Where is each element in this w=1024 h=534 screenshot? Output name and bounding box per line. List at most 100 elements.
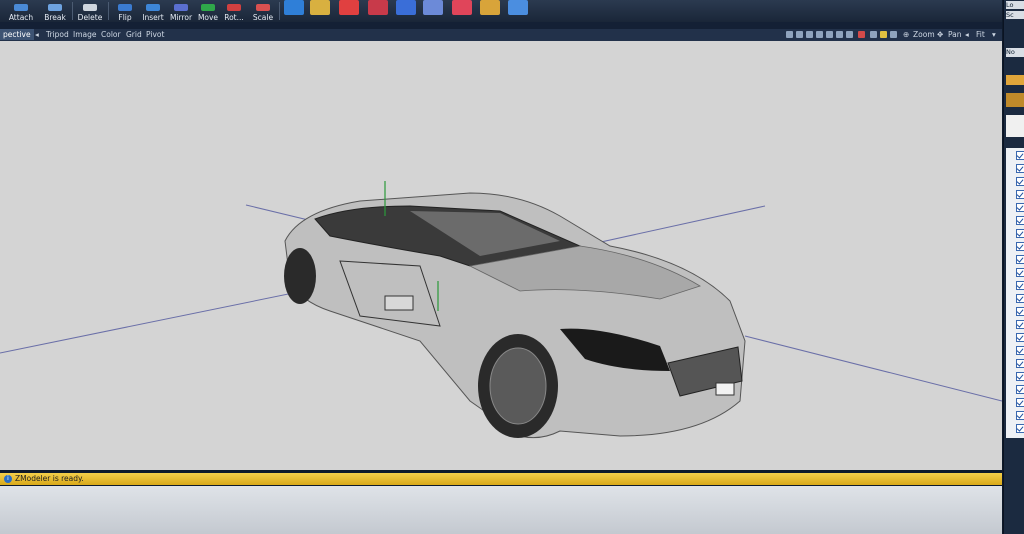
menu-pivot[interactable]: Pivot	[146, 30, 164, 39]
brush-select-icon[interactable]	[310, 0, 330, 15]
checker-icon[interactable]	[858, 31, 865, 38]
light-bulb-icon[interactable]	[880, 31, 887, 38]
menu-color[interactable]: Color	[101, 30, 121, 39]
delete-label: Delete	[77, 13, 103, 22]
license-plate	[715, 382, 735, 396]
visibility-checkbox[interactable]	[1016, 281, 1024, 290]
viewport-options-chevron-icon[interactable]: ▾	[992, 30, 996, 39]
visibility-checkbox[interactable]	[1016, 268, 1024, 277]
visibility-checkbox[interactable]	[1016, 346, 1024, 355]
backface-icon[interactable]	[846, 31, 853, 38]
attach-button[interactable]: Attach	[6, 0, 36, 22]
toolbar-separator	[72, 2, 73, 20]
vertex-mode-icon[interactable]	[339, 0, 359, 15]
rotate-icon	[227, 4, 241, 11]
visibility-checkbox[interactable]	[1016, 372, 1024, 381]
visibility-checkbox[interactable]	[1016, 151, 1024, 160]
move-label: Move	[197, 13, 219, 22]
visibility-checkbox[interactable]	[1016, 385, 1024, 394]
normals-icon[interactable]	[836, 31, 843, 38]
break-icon	[48, 4, 62, 11]
wireframe-icon[interactable]	[796, 31, 803, 38]
visibility-checkbox[interactable]	[1016, 255, 1024, 264]
flip-button[interactable]: Flip	[114, 0, 136, 22]
mirror-label: Mirror	[169, 13, 193, 22]
flip-icon	[118, 4, 132, 11]
zoom-button[interactable]: Zoom	[913, 30, 935, 39]
lighting-icon[interactable]	[826, 31, 833, 38]
delete-button[interactable]: Delete	[76, 0, 104, 22]
shading-icon[interactable]	[806, 31, 813, 38]
info-icon: i	[4, 475, 12, 483]
pan-icon[interactable]: ✥	[937, 30, 943, 39]
edge-mode-icon[interactable]	[368, 0, 388, 15]
move-button[interactable]: Move	[197, 0, 219, 22]
3d-viewport[interactable]	[0, 41, 1002, 470]
mesh-mode-icon[interactable]	[508, 0, 528, 15]
status-bar: i ZModeler is ready.	[0, 473, 1002, 485]
insert-button[interactable]: Insert	[140, 0, 166, 22]
menu-grid[interactable]: Grid	[126, 30, 142, 39]
menu-tripod[interactable]: Tripod	[46, 30, 69, 39]
preview-panel	[1006, 115, 1024, 137]
chevron-down-icon[interactable]	[890, 31, 897, 38]
grid-axis-line	[744, 335, 1002, 402]
split-mode-icon[interactable]	[452, 0, 472, 15]
car-model[interactable]	[284, 181, 746, 439]
scale-label: Scale	[252, 13, 274, 22]
pan-button[interactable]: Pan	[948, 30, 962, 39]
right-tab-no[interactable]: No	[1006, 48, 1024, 57]
mirror-icon	[174, 4, 188, 11]
visibility-checkbox[interactable]	[1016, 359, 1024, 368]
main-toolbar: Attach Break Delete Flip Insert Mirror M…	[0, 0, 1002, 23]
visibility-checkbox[interactable]	[1016, 203, 1024, 212]
chevron-left-icon[interactable]: ◂	[35, 30, 39, 39]
scene-canvas[interactable]	[0, 41, 1002, 470]
insert-icon	[146, 4, 160, 11]
fit-button[interactable]: Fit	[976, 30, 985, 39]
face-mode-icon[interactable]	[396, 0, 416, 15]
visibility-checkbox[interactable]	[1016, 398, 1024, 407]
texture-icon[interactable]	[816, 31, 823, 38]
visibility-checkbox[interactable]	[1016, 333, 1024, 342]
select-mode-icon[interactable]	[284, 0, 304, 15]
toolbar-separator	[108, 2, 109, 20]
move-icon	[201, 4, 215, 11]
visibility-checkbox[interactable]	[1016, 411, 1024, 420]
visibility-checkbox[interactable]	[1016, 229, 1024, 238]
visibility-checkbox[interactable]	[1016, 164, 1024, 173]
material-icon[interactable]	[1006, 75, 1024, 85]
insert-label: Insert	[142, 13, 164, 22]
right-tab-sc[interactable]: Sc	[1006, 11, 1024, 19]
fit-icon[interactable]: ◂	[965, 30, 969, 39]
scale-button[interactable]: Scale	[251, 0, 275, 22]
visibility-checkbox[interactable]	[1016, 216, 1024, 225]
rotate-button[interactable]: Rot...	[222, 0, 246, 22]
output-pane	[0, 486, 1002, 534]
visibility-checkbox[interactable]	[1016, 294, 1024, 303]
object-visibility-list	[1006, 148, 1024, 438]
menu-image[interactable]: Image	[73, 30, 97, 39]
visibility-checkbox[interactable]	[1016, 177, 1024, 186]
viewport-title[interactable]: pective	[0, 29, 34, 40]
scale-icon	[256, 4, 270, 11]
break-button[interactable]: Break	[42, 0, 68, 22]
zoom-icon[interactable]: ⊕	[903, 30, 909, 39]
object-mode-icon[interactable]	[423, 0, 443, 15]
visibility-checkbox[interactable]	[1016, 307, 1024, 316]
visibility-checkbox[interactable]	[1016, 424, 1024, 433]
flip-label: Flip	[118, 13, 132, 22]
grid-toggle-icon[interactable]	[870, 31, 877, 38]
box-mode-icon[interactable]	[480, 0, 500, 15]
status-message: ZModeler is ready.	[15, 474, 84, 483]
attach-icon	[14, 4, 28, 11]
mirror-button[interactable]: Mirror	[168, 0, 194, 22]
visibility-checkbox[interactable]	[1016, 242, 1024, 251]
rotate-label: Rot...	[224, 13, 244, 22]
right-tab-lo[interactable]: Lo	[1006, 1, 1024, 9]
visibility-checkbox[interactable]	[1016, 320, 1024, 329]
display-mode-icon[interactable]	[786, 31, 793, 38]
texture-preview-icon	[1006, 93, 1024, 107]
break-label: Break	[44, 13, 66, 22]
visibility-checkbox[interactable]	[1016, 190, 1024, 199]
